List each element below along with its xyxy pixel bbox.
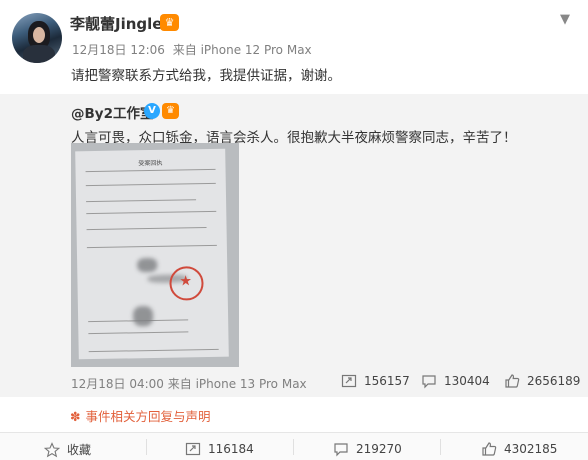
forward-button[interactable]: 116184 [185, 441, 254, 457]
favorite-label: 收藏 [67, 443, 92, 457]
notice-label: 事件相关方回复与声明 [85, 409, 211, 424]
document-title: 受案回执 [138, 159, 163, 168]
share-icon [341, 374, 357, 388]
repost-card: @By2工作室 V ♛ 人言可畏，众口铄金，语言会杀人。很抱歉大半夜麻烦警察同志… [0, 94, 588, 397]
crown-badge-icon[interactable]: ♛ [160, 14, 179, 31]
like-button[interactable]: 4302185 [481, 441, 557, 457]
repost-forward-count[interactable]: 156157 [341, 373, 410, 389]
crown-badge-icon[interactable]: ♛ [162, 103, 179, 119]
thumbs-up-icon [505, 374, 520, 388]
post-header: 李靓蕾Jinglei ♛ ▼ 12月18日 12:06 来自 iPhone 12… [0, 0, 588, 95]
repost-date[interactable]: 12月18日 04:00 [71, 377, 164, 391]
like-count: 4302185 [504, 442, 558, 456]
avatar[interactable] [12, 13, 62, 63]
comment-button[interactable]: 219270 [333, 441, 402, 457]
asterisk-flower-icon: ✽ [70, 409, 81, 424]
thumbs-up-icon [482, 442, 497, 456]
chevron-down-icon[interactable]: ▼ [553, 8, 577, 32]
comment-count: 219270 [356, 442, 402, 456]
comment-count-value: 130404 [444, 374, 490, 388]
red-seal-icon [169, 266, 204, 301]
like-count-value: 2656189 [527, 374, 581, 388]
post-date[interactable]: 12月18日 12:06 [72, 43, 165, 57]
post-source: 来自 iPhone 12 Pro Max [172, 43, 312, 57]
post-author-name[interactable]: 李靓蕾Jinglei [70, 13, 168, 34]
comment-icon [422, 375, 436, 389]
repost-comment-count[interactable]: 130404 [421, 373, 490, 389]
forward-count: 116184 [208, 442, 254, 456]
verified-v-icon: V [144, 103, 160, 119]
favorite-button[interactable]: 收藏 [44, 441, 91, 458]
comment-icon [334, 443, 348, 457]
repost-meta: 12月18日 04:00 来自 iPhone 13 Pro Max [71, 375, 307, 392]
repost-like-count[interactable]: 2656189 [504, 373, 580, 389]
related-statement-link[interactable]: ✽ 事件相关方回复与声明 [70, 406, 211, 425]
document-photo: 受案回执 [75, 148, 229, 360]
post-meta: 12月18日 12:06 来自 iPhone 12 Pro Max [72, 41, 316, 58]
share-icon [185, 442, 201, 456]
forward-count-value: 156157 [364, 374, 410, 388]
post-text: 请把警察联系方式给我，我提供证据，谢谢。 [71, 68, 341, 84]
action-bar: 收藏 116184 219270 4302185 [0, 432, 588, 460]
repost-author-name[interactable]: @By2工作室 [71, 102, 153, 122]
repost-source: 来自 iPhone 13 Pro Max [167, 377, 307, 391]
star-icon [44, 441, 60, 457]
repost-image[interactable]: 受案回执 [71, 143, 239, 367]
